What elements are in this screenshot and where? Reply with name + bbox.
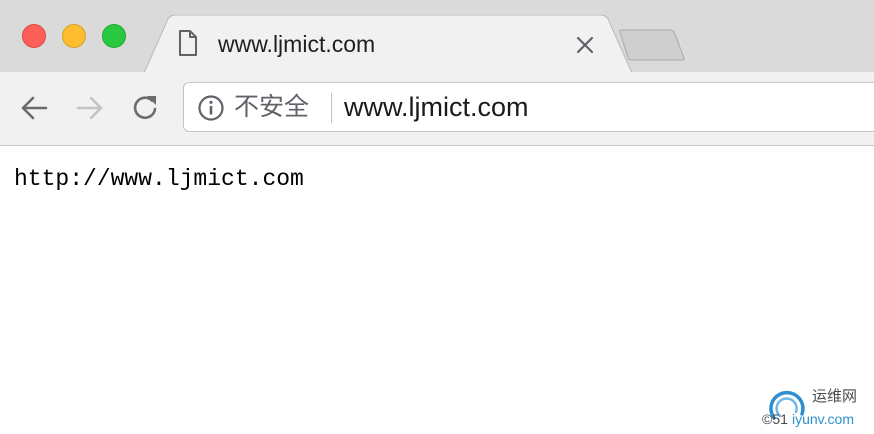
tab-title: www.ljmict.com [218, 31, 376, 57]
active-tab[interactable]: www.ljmict.com [144, 15, 632, 73]
new-tab-button[interactable] [616, 28, 688, 69]
close-tab-icon[interactable] [574, 34, 596, 56]
maximize-window-button[interactable] [102, 24, 126, 48]
watermark: 运维网 ©51 iyunv.com [760, 388, 870, 432]
minimize-window-button[interactable] [62, 24, 86, 48]
url-text[interactable]: www.ljmict.com [344, 92, 529, 122]
page-content-text: http://www.ljmict.com [14, 166, 304, 192]
omnibox-divider [331, 93, 332, 123]
toolbar: 不安全 www.ljmict.com [0, 72, 874, 146]
forward-arrow-icon[interactable] [74, 92, 106, 124]
watermark-copyright: ©51 [762, 411, 788, 427]
watermark-site: iyunv.com [792, 411, 854, 427]
reload-icon[interactable] [130, 92, 162, 124]
close-window-button[interactable] [22, 24, 46, 48]
back-arrow-icon[interactable] [18, 92, 50, 124]
info-icon[interactable] [197, 94, 225, 127]
address-bar[interactable]: 不安全 www.ljmict.com [183, 82, 874, 132]
watermark-chinese-text: 运维网 [812, 388, 858, 405]
document-icon [178, 30, 198, 61]
title-bar: www.ljmict.com [0, 0, 874, 73]
security-status-label[interactable]: 不安全 [234, 92, 309, 122]
